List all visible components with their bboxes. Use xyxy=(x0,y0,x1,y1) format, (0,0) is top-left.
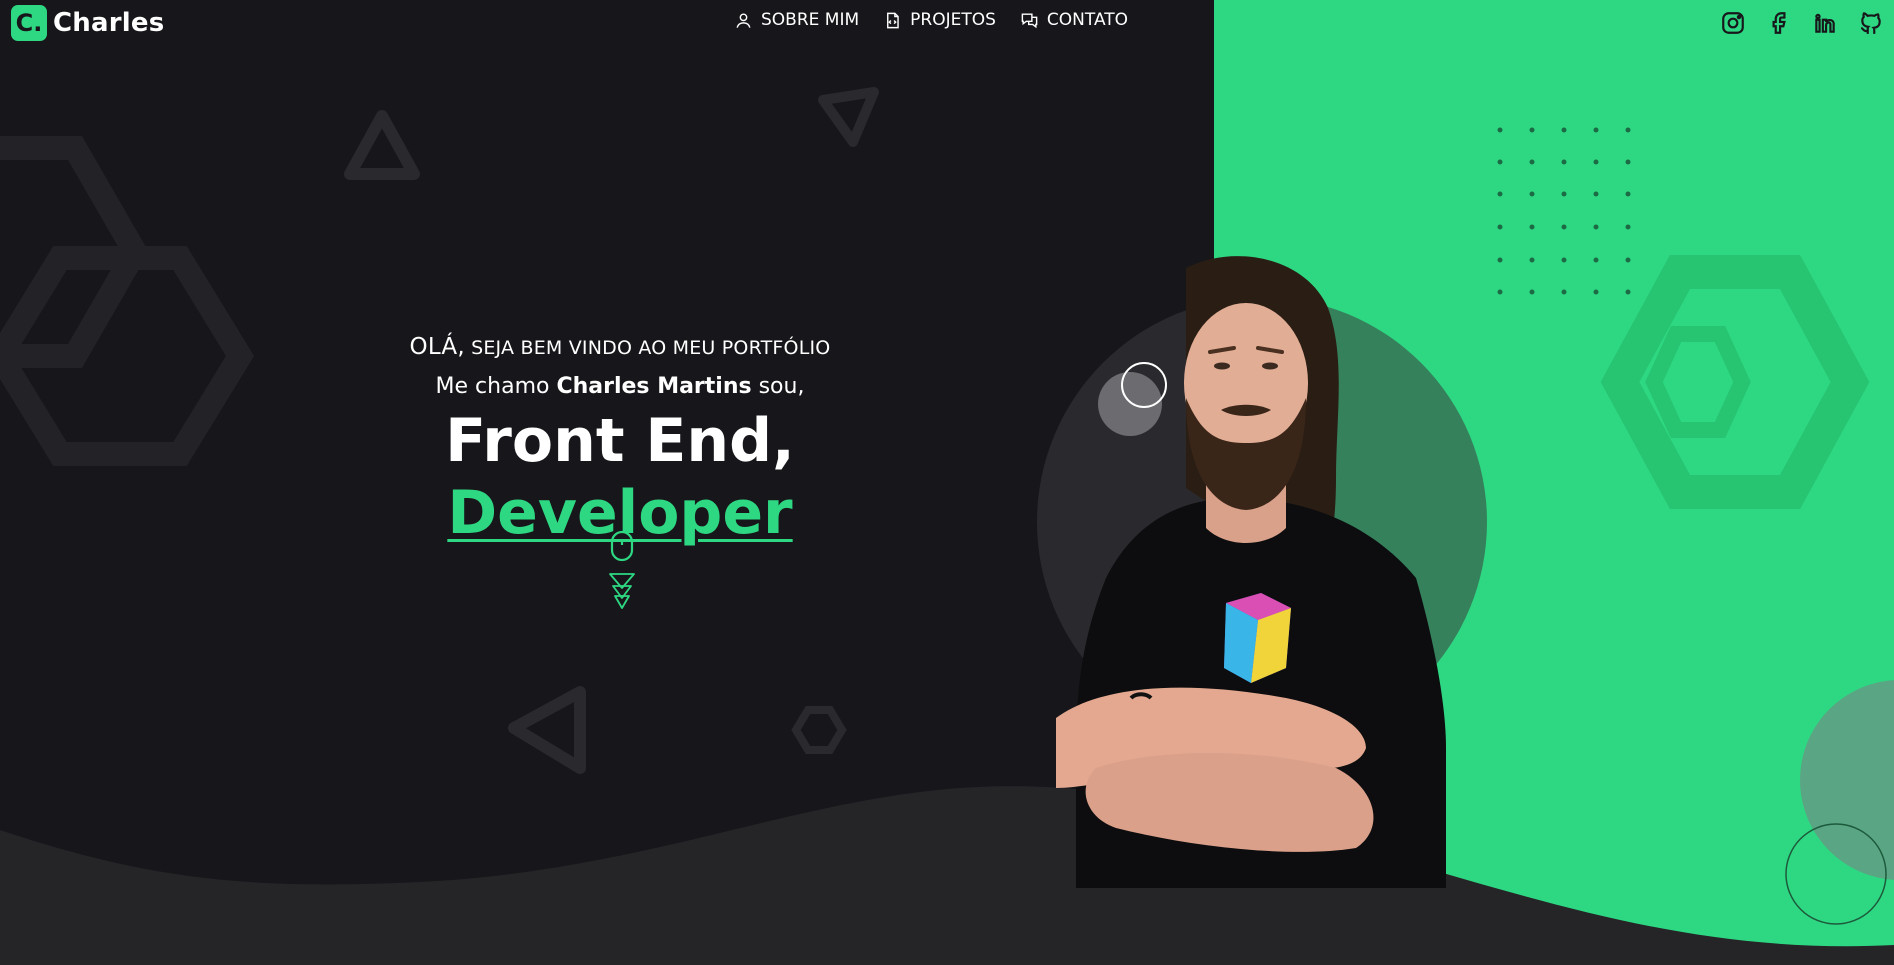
triangle-shape xyxy=(508,686,586,774)
cube-print xyxy=(1224,593,1291,683)
hero-intro: Me chamo Charles Martins sou, xyxy=(300,374,940,399)
headline-plain: Front End, xyxy=(445,406,795,476)
main-nav: SOBRE MIM PROJETOS CONTATO xyxy=(734,10,1128,30)
facebook-icon[interactable] xyxy=(1766,10,1792,36)
file-code-icon xyxy=(887,12,899,28)
nav-sobre-mim[interactable]: SOBRE MIM xyxy=(734,10,859,30)
greeting-ola: OLÁ, xyxy=(409,334,465,360)
intro-pre: Me chamo xyxy=(435,374,550,399)
background-decorations xyxy=(0,87,1894,965)
greeting-rest: SEJA BEM VINDO AO MEU PORTFÓLIO xyxy=(471,337,831,359)
nav-projetos[interactable]: PROJETOS xyxy=(883,10,996,30)
intro-post: sou, xyxy=(758,374,805,399)
instagram-icon[interactable] xyxy=(1720,10,1746,36)
hero-headline: Front End, Developer xyxy=(300,405,940,549)
nav-label: PROJETOS xyxy=(910,10,996,30)
social-links xyxy=(1720,10,1884,36)
triangle-shape xyxy=(818,87,879,147)
hero-greeting: OLÁ, SEJA BEM VINDO AO MEU PORTFÓLIO xyxy=(300,334,940,360)
hexagon-shape xyxy=(1645,326,1751,438)
dot-grid xyxy=(1497,127,1631,295)
linkedin-icon[interactable] xyxy=(1812,10,1838,36)
chevrons-down-icon xyxy=(609,573,635,609)
logo[interactable]: C. Charles xyxy=(11,5,164,41)
triangle-shape xyxy=(344,110,420,180)
bottom-wave xyxy=(0,786,1894,965)
nav-label: SOBRE MIM xyxy=(761,10,860,30)
logo-text: Charles xyxy=(53,8,165,38)
mouse-icon xyxy=(610,530,634,562)
user-icon xyxy=(736,12,751,28)
scroll-down-indicator[interactable] xyxy=(604,530,640,622)
hero-section: OLÁ, SEJA BEM VINDO AO MEU PORTFÓLIO Me … xyxy=(300,334,940,549)
intro-name: Charles Martins xyxy=(556,374,752,399)
nav-contato[interactable]: CONTATO xyxy=(1020,10,1128,30)
nav-label: CONTATO xyxy=(1046,10,1129,30)
hexagon-shape xyxy=(791,706,847,754)
github-icon[interactable] xyxy=(1858,10,1884,36)
portrait-illustration xyxy=(1056,256,1446,888)
chat-icon xyxy=(1021,12,1038,28)
logo-mark: C. xyxy=(11,5,47,41)
